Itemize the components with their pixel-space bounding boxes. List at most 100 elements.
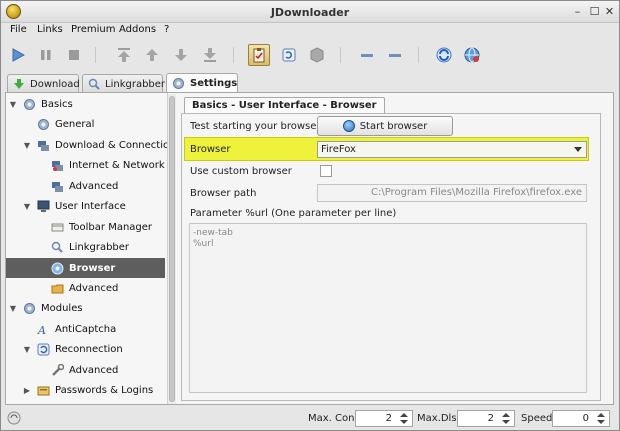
menu-bar: File Links Premium Addons ? (1, 23, 619, 39)
maximize-icon[interactable]: ☐ (588, 5, 601, 18)
linkgrabber-icon (50, 240, 64, 254)
tree-item-label: Advanced (69, 282, 119, 294)
expand-arrow-icon[interactable]: ▼ (22, 202, 32, 211)
spinner-arrows-icon[interactable] (398, 412, 410, 425)
browser-label: Browser (190, 144, 231, 155)
max-downloads-label: Max.Dls. (417, 413, 460, 424)
jdownloader-window: JDownloader – ☐ ✕ File Links Premium Add… (0, 0, 620, 431)
tree-item-advanced-reconnection[interactable]: Advanced (36, 360, 118, 380)
tree-item-modules[interactable]: ▼ Modules (8, 298, 83, 318)
toolbar-icon (50, 220, 64, 234)
tree-item-label: Advanced (69, 180, 119, 192)
reconnect-toggle-icon[interactable] (278, 44, 300, 66)
expand-arrow-icon[interactable]: ▼ (8, 304, 18, 313)
menu-file[interactable]: File (10, 24, 27, 35)
expand-arrow-icon[interactable]: ▼ (22, 141, 32, 150)
download-icon (13, 78, 25, 91)
tree-item-advanced-network[interactable]: Advanced (36, 176, 118, 196)
clipboard-observer-icon[interactable] (248, 44, 270, 66)
chevron-down-icon[interactable] (574, 147, 582, 152)
update-globe-icon[interactable] (461, 44, 483, 66)
toolbar-separator (340, 47, 341, 63)
tree-item-label: Passwords & Logins (55, 384, 154, 396)
window-title: JDownloader (270, 6, 350, 19)
tab-download-label: Download (30, 78, 80, 90)
tree-item-label: Toolbar Manager (69, 221, 153, 233)
tree-item-internet-network[interactable]: Internet & Network (36, 155, 165, 175)
tree-item-label: User Interface (55, 200, 126, 212)
start-browser-button[interactable]: Start browser (317, 116, 453, 136)
expand-all-icon[interactable] (384, 44, 406, 66)
tree-item-general[interactable]: General (22, 114, 94, 134)
pause-icon[interactable] (35, 44, 57, 66)
status-network-icon[interactable] (7, 411, 21, 425)
refresh-icon[interactable] (433, 44, 455, 66)
expand-arrow-icon[interactable]: ▼ (22, 345, 32, 354)
tab-settings[interactable]: Settings (166, 73, 238, 93)
play-icon[interactable] (7, 44, 29, 66)
tree-item-toolbar-manager[interactable]: Toolbar Manager (36, 217, 152, 237)
spinner-arrows-icon[interactable] (500, 412, 512, 425)
tree-item-linkgrabber[interactable]: Linkgrabber (36, 237, 129, 257)
expand-arrow-icon[interactable]: ▼ (8, 100, 18, 109)
tree-item-passwords-logins[interactable]: ▶ Passwords & Logins (22, 380, 153, 400)
tab-download[interactable]: Download (7, 74, 80, 93)
premium-toggle-icon[interactable] (306, 44, 328, 66)
browser-path-field[interactable]: C:\Program Files\Mozilla Firefox\firefox… (317, 184, 587, 202)
tree-item-label: Browser (69, 262, 116, 274)
menu-links[interactable]: Links (37, 24, 63, 35)
toolbar (1, 39, 619, 71)
tree-item-label: Modules (41, 302, 83, 314)
tree-item-label: Linkgrabber (69, 241, 130, 253)
svg-text:A: A (37, 324, 46, 336)
speed-spinner[interactable]: 0 (552, 410, 610, 427)
tree-item-download-connections[interactable]: ▼ Download & Connections (22, 135, 167, 155)
custom-browser-checkbox[interactable] (320, 165, 332, 177)
settings-tree: ▼ Basics General ▼ Download & Connection… (6, 93, 168, 404)
parameter-textarea[interactable]: -new-tab %url (189, 223, 587, 393)
toolbar-separator (418, 47, 419, 63)
spinner-arrows-icon[interactable] (595, 412, 607, 425)
browser-select[interactable]: FireFox (317, 141, 587, 158)
collapse-arrow-icon[interactable]: ▶ (22, 386, 32, 395)
max-downloads-spinner[interactable]: 2 (457, 410, 515, 427)
tree-item-label: Internet & Network (69, 159, 165, 171)
move-bottom-icon[interactable] (199, 44, 221, 66)
stop-icon[interactable] (63, 44, 85, 66)
tree-scrollbar[interactable] (167, 94, 176, 404)
network-icon (50, 179, 64, 193)
max-downloads-value: 2 (487, 413, 494, 424)
tree-scrollbar-thumb[interactable] (169, 96, 175, 402)
collapse-all-icon[interactable] (356, 44, 378, 66)
browser-path-label: Browser path (190, 188, 257, 199)
tree-item-label: AntiCaptcha (55, 323, 117, 335)
start-browser-label: Start browser (359, 120, 428, 132)
move-down-icon[interactable] (170, 44, 192, 66)
title-bar: JDownloader – ☐ ✕ (1, 1, 619, 23)
tree-item-label: Reconnection (55, 343, 123, 355)
tree-item-label: Download & Connections (55, 139, 167, 151)
tab-settings-label: Settings (190, 78, 238, 89)
minimize-icon[interactable]: – (571, 5, 584, 18)
menu-addons[interactable]: Addons (119, 24, 156, 35)
tree-item-anticaptcha[interactable]: A AntiCaptcha (22, 319, 117, 339)
network-icon (50, 158, 64, 172)
tree-item-user-interface[interactable]: ▼ User Interface (22, 196, 126, 216)
browser-select-value: FireFox (321, 144, 356, 155)
toolbar-separator (95, 47, 96, 63)
move-top-icon[interactable] (113, 44, 135, 66)
tree-item-label: Basics (41, 98, 73, 110)
captcha-icon: A (36, 322, 50, 336)
tree-item-basics[interactable]: ▼ Basics (8, 94, 73, 114)
move-up-icon[interactable] (141, 44, 163, 66)
tree-item-advanced-ui[interactable]: Advanced (36, 278, 118, 298)
gear-icon (36, 117, 50, 131)
menu-premium[interactable]: Premium (71, 24, 116, 35)
settings-icon (172, 77, 185, 90)
max-connections-spinner[interactable]: 2 (355, 410, 413, 427)
tree-item-reconnection[interactable]: ▼ Reconnection (22, 339, 123, 359)
tree-item-browser[interactable]: Browser (6, 258, 165, 278)
menu-help[interactable]: ? (164, 24, 169, 35)
close-icon[interactable]: ✕ (603, 5, 616, 18)
tab-linkgrabber[interactable]: Linkgrabber (82, 74, 165, 93)
